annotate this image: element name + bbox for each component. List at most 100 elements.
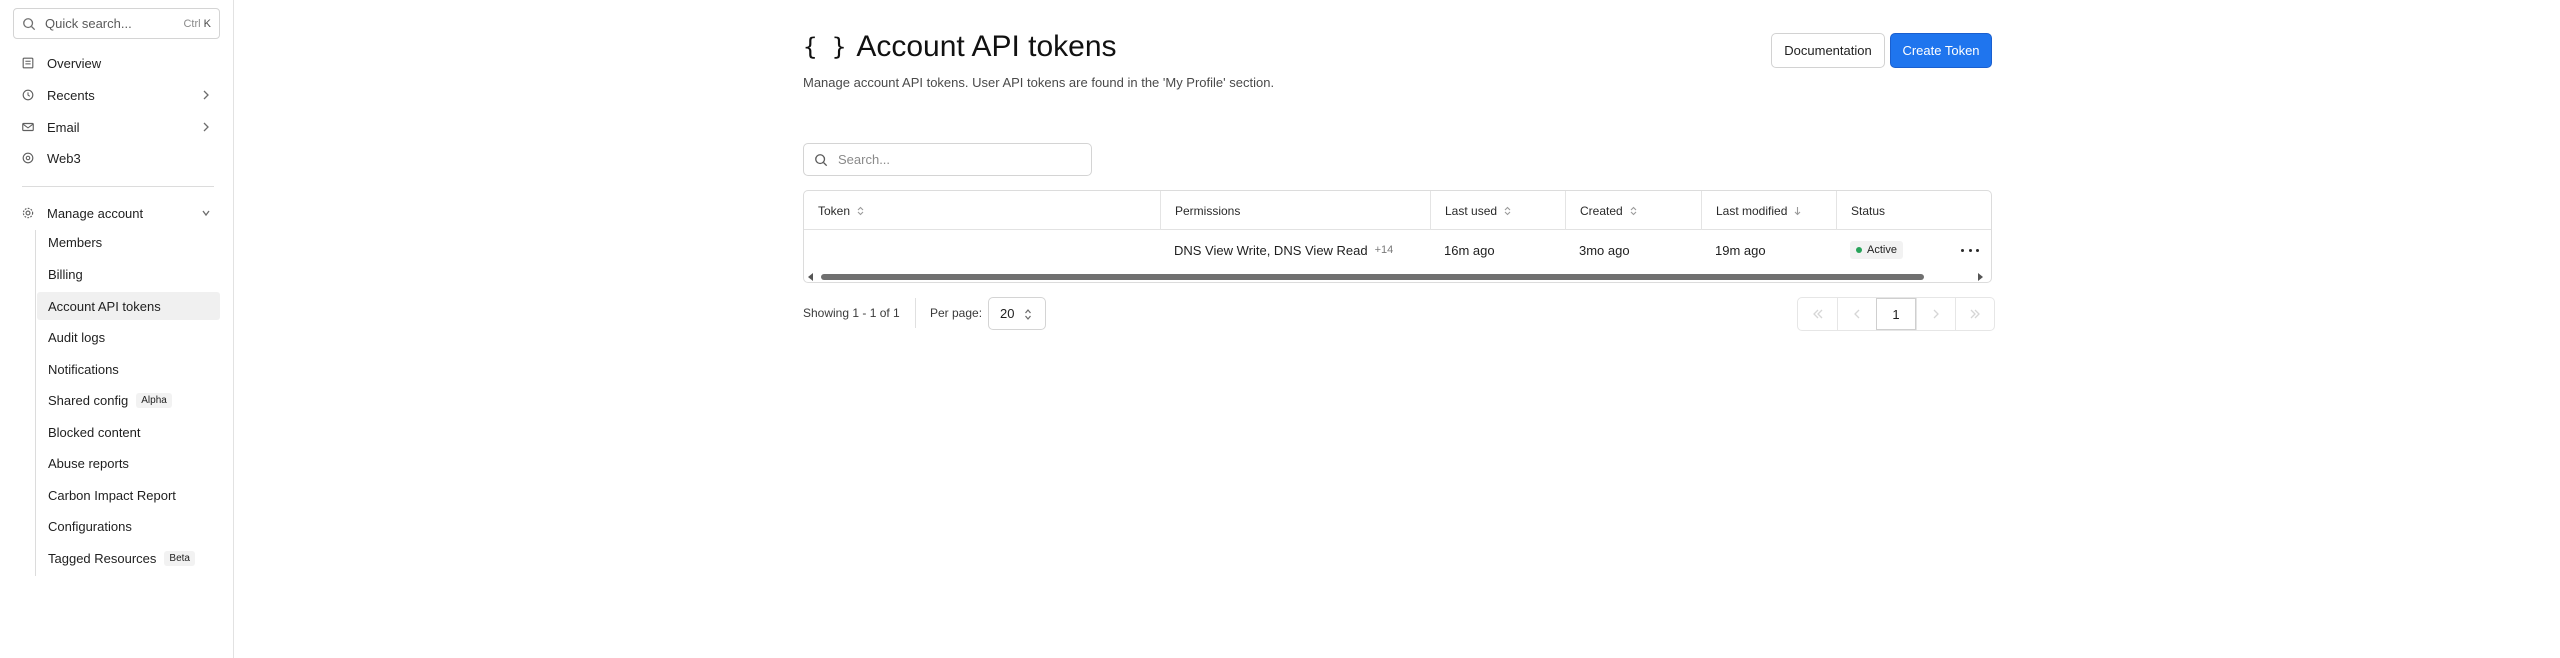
chevron-down-icon	[202, 210, 210, 217]
token-search-box	[803, 143, 1092, 176]
sidebar-item-notifications[interactable]: Notifications	[37, 355, 220, 383]
sidebar-item-account-api-tokens[interactable]: Account API tokens	[37, 292, 220, 320]
chevrons-right-icon	[1970, 309, 1980, 319]
sidebar-item-blocked-content[interactable]: Blocked content	[37, 418, 220, 446]
column-label: Last modified	[1716, 203, 1788, 218]
search-icon	[23, 17, 36, 30]
sidebar-item-label: Manage account	[47, 205, 144, 221]
status-dot-icon	[1856, 247, 1862, 253]
submenu-rail	[35, 230, 36, 576]
column-header-status: Status	[1836, 191, 1991, 230]
per-page-select[interactable]: 20	[988, 297, 1046, 330]
column-header-created[interactable]: Created	[1565, 191, 1701, 230]
create-token-button[interactable]: Create Token	[1890, 33, 1992, 68]
column-label: Created	[1580, 203, 1623, 218]
cell-last-modified: 19m ago	[1715, 242, 1766, 258]
cell-created: 3mo ago	[1579, 242, 1630, 258]
sidebar-item-label: Abuse reports	[48, 455, 129, 471]
document-icon	[22, 57, 34, 69]
page-title-text: Account API tokens	[856, 30, 1117, 63]
documentation-button[interactable]: Documentation	[1771, 33, 1885, 68]
shortcut-mod: Ctrl	[183, 17, 201, 30]
pagination: 1	[1797, 297, 1995, 331]
footer-divider	[915, 298, 916, 328]
chevron-up-down-icon	[1025, 309, 1031, 320]
api-braces-icon: { }	[803, 33, 847, 61]
scroll-left-icon[interactable]	[808, 273, 813, 281]
chevrons-left-icon	[1812, 309, 1822, 319]
sidebar-item-billing[interactable]: Billing	[37, 260, 220, 288]
scroll-right-icon[interactable]	[1978, 273, 1983, 281]
sidebar-item-carbon-impact-report[interactable]: Carbon Impact Report	[37, 481, 220, 509]
sidebar-item-abuse-reports[interactable]: Abuse reports	[37, 449, 220, 477]
cell-token	[804, 230, 1160, 270]
sidebar-item-label: Carbon Impact Report	[48, 487, 176, 503]
column-label: Last used	[1445, 203, 1498, 218]
cell-permissions: DNS View Write, DNS View Read +14	[1160, 230, 1430, 270]
status-text: Active	[1867, 244, 1897, 256]
next-page-button[interactable]	[1916, 298, 1955, 330]
tokens-table: Token Permissions Last used Created Last…	[803, 190, 1992, 283]
alpha-badge: Alpha	[136, 392, 172, 408]
cell-last-used: 16m ago	[1444, 242, 1495, 258]
sidebar-item-label: Web3	[47, 150, 81, 166]
first-page-button[interactable]	[1798, 298, 1837, 330]
chevron-right-icon	[203, 122, 209, 132]
sidebar-item-configurations[interactable]: Configurations	[37, 512, 220, 540]
sort-icon	[1504, 206, 1511, 215]
web3-icon	[22, 152, 34, 164]
sidebar-divider	[22, 186, 214, 187]
sidebar-item-recents[interactable]: Recents	[13, 81, 220, 109]
current-page-button[interactable]: 1	[1876, 298, 1916, 330]
column-header-last-modified[interactable]: Last modified	[1701, 191, 1836, 230]
sidebar-item-label: Blocked content	[48, 424, 141, 440]
sidebar-item-label: Configurations	[48, 518, 132, 534]
sidebar-item-label: Overview	[47, 55, 102, 71]
chevron-right-icon	[1933, 309, 1939, 319]
sidebar-item-web3[interactable]: Web3	[13, 144, 220, 172]
permissions-text: DNS View Write, DNS View Read	[1174, 242, 1368, 258]
token-search-input[interactable]	[838, 152, 1078, 167]
sidebar-item-label: Shared config	[48, 392, 129, 408]
column-label: Token	[818, 203, 851, 218]
showing-count: Showing 1 - 1 of 1	[803, 306, 900, 320]
sidebar-item-tagged-resources[interactable]: Tagged Resources Beta	[37, 544, 220, 572]
last-page-button[interactable]	[1955, 298, 1994, 330]
quick-search-placeholder: Quick search...	[45, 16, 132, 31]
column-label: Permissions	[1175, 203, 1241, 218]
column-header-last-used[interactable]: Last used	[1430, 191, 1565, 230]
sidebar-item-label: Email	[47, 119, 80, 135]
chevron-right-icon	[203, 90, 209, 100]
per-page-label: Per page:	[930, 306, 983, 320]
sidebar: Quick search... Ctrl K Overview Recents …	[0, 0, 234, 658]
status-badge: Active	[1850, 241, 1903, 259]
sidebar-item-members[interactable]: Members	[37, 228, 220, 256]
quick-search-input[interactable]: Quick search... Ctrl K	[13, 8, 220, 39]
horizontal-scrollbar[interactable]	[804, 270, 1991, 282]
previous-page-button[interactable]	[1837, 298, 1876, 330]
sidebar-item-label: Account API tokens	[48, 298, 161, 314]
row-actions-menu-icon[interactable]	[1961, 243, 1979, 257]
per-page-value: 20	[1000, 306, 1015, 321]
sort-descending-icon	[1794, 206, 1801, 215]
cell-status: Active	[1836, 230, 1946, 270]
scrollbar-thumb[interactable]	[821, 274, 1924, 280]
sidebar-item-manage-account[interactable]: Manage account	[13, 199, 220, 227]
sidebar-item-overview[interactable]: Overview	[13, 49, 220, 77]
sidebar-item-email[interactable]: Email	[13, 113, 220, 141]
column-header-permissions: Permissions	[1160, 191, 1430, 230]
sort-icon	[1630, 206, 1637, 215]
clock-icon	[22, 89, 34, 101]
table-header: Token Permissions Last used Created Last…	[804, 191, 1991, 230]
column-header-token[interactable]: Token	[804, 191, 1160, 230]
sidebar-item-audit-logs[interactable]: Audit logs	[37, 323, 220, 351]
sidebar-item-shared-config[interactable]: Shared config Alpha	[37, 386, 220, 414]
shortcut-hint: Ctrl K	[183, 18, 211, 30]
shortcut-key: K	[203, 17, 211, 30]
sidebar-item-label: Audit logs	[48, 329, 106, 345]
search-icon	[815, 153, 828, 166]
sidebar-item-label: Recents	[47, 87, 95, 103]
sidebar-item-label: Tagged Resources	[48, 550, 157, 566]
permissions-more-count[interactable]: +14	[1375, 244, 1394, 256]
email-icon	[22, 122, 34, 132]
